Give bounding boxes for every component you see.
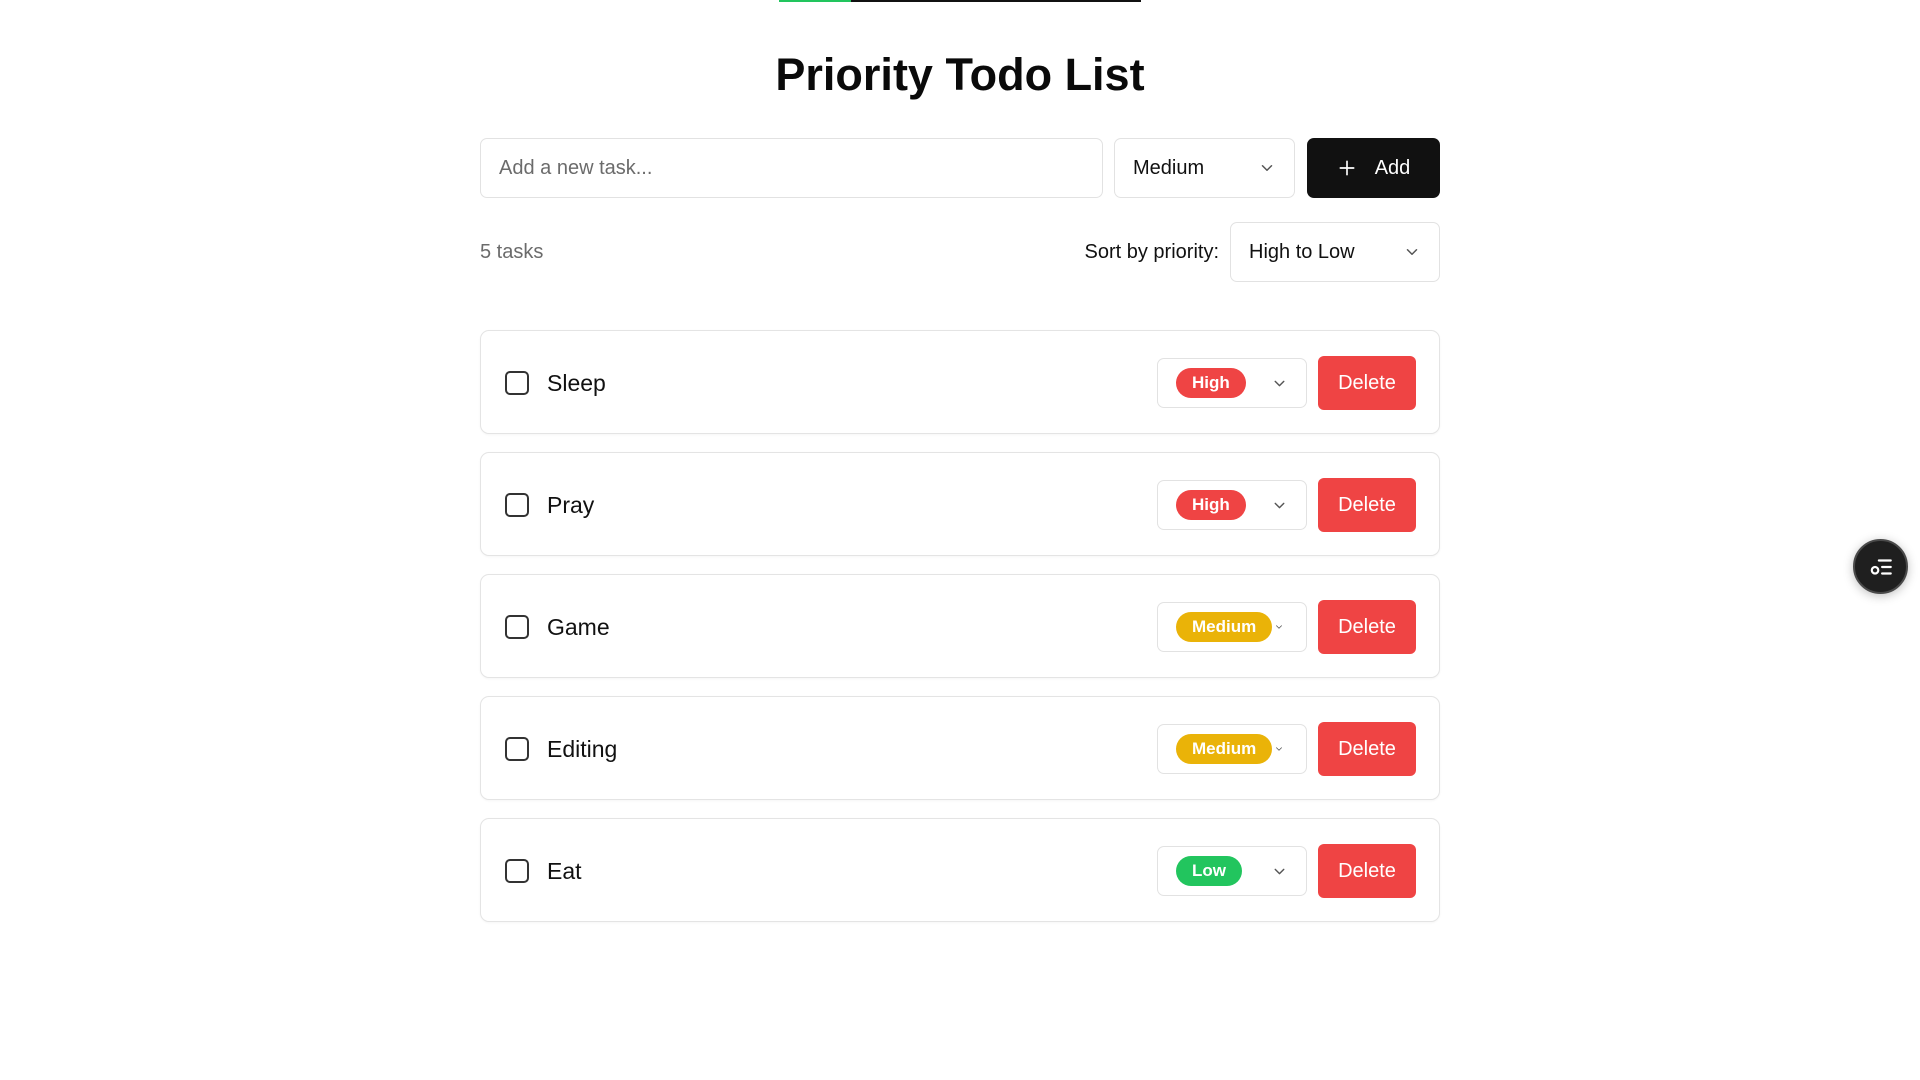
delete-task-button[interactable]: Delete [1318,356,1416,410]
task-name: Pray [547,492,595,518]
task-priority-select[interactable]: High [1157,358,1307,408]
task-item: Game Medium Delete [480,574,1440,678]
chevron-down-icon [1274,380,1285,386]
options-list-icon [1870,558,1892,575]
plus-icon [1339,160,1355,176]
task-item: Sleep High Delete [480,330,1440,434]
task-name: Game [547,614,610,640]
sort-priority-select[interactable]: High to Low [1230,222,1440,282]
chevron-down-icon [1261,165,1273,171]
delete-task-button[interactable]: Delete [1318,722,1416,776]
task-checkbox[interactable] [505,737,529,761]
sort-priority-value: High to Low [1249,240,1355,263]
task-priority-select[interactable]: Medium [1157,602,1307,652]
add-task-button[interactable]: Add [1307,138,1440,198]
sort-label: Sort by priority: [1084,241,1219,263]
chevron-down-icon [1406,249,1418,255]
new-task-priority-value: Medium [1133,156,1205,179]
new-task-input[interactable] [480,138,1103,198]
floating-options-button[interactable] [1853,539,1908,594]
task-priority-select[interactable]: Low [1157,846,1307,896]
priority-badge: Medium [1176,734,1273,764]
priority-badge: Low [1176,856,1242,886]
task-item: Eat Low Delete [480,818,1440,922]
list-meta-row: 5 tasks Sort by priority: High to Low [480,222,1440,282]
add-button-label: Add [1374,156,1411,179]
delete-task-button[interactable]: Delete [1318,844,1416,898]
top-progress-fill [779,0,852,2]
page-title: Priority Todo List [775,49,1145,100]
priority-badge: High [1176,490,1246,520]
chevron-down-icon [1274,502,1285,508]
task-name: Editing [547,736,618,762]
task-checkbox[interactable] [505,371,529,395]
delete-task-button[interactable]: Delete [1318,478,1416,532]
task-name: Sleep [547,370,606,396]
task-priority-select[interactable]: High [1157,480,1307,530]
task-item: Pray High Delete [480,452,1440,556]
task-list: Sleep High Delete Pray High Delete Game Medium D… [480,330,1440,940]
task-item: Editing Medium Delete [480,696,1440,800]
task-priority-select[interactable]: Medium [1157,724,1307,774]
task-checkbox[interactable] [505,493,529,517]
top-progress-bar [779,0,1141,2]
new-task-priority-select[interactable]: Medium [1114,138,1295,198]
add-task-form: Medium Add [480,138,1440,198]
delete-task-button[interactable]: Delete [1318,600,1416,654]
chevron-down-icon [1274,868,1285,874]
task-count: 5 tasks [480,241,544,263]
task-checkbox[interactable] [505,859,529,883]
chevron-down-icon [1276,747,1283,751]
task-checkbox[interactable] [505,615,529,639]
priority-badge: Medium [1176,612,1273,642]
chevron-down-icon [1276,625,1283,629]
priority-badge: High [1176,368,1246,398]
task-name: Eat [547,858,582,884]
